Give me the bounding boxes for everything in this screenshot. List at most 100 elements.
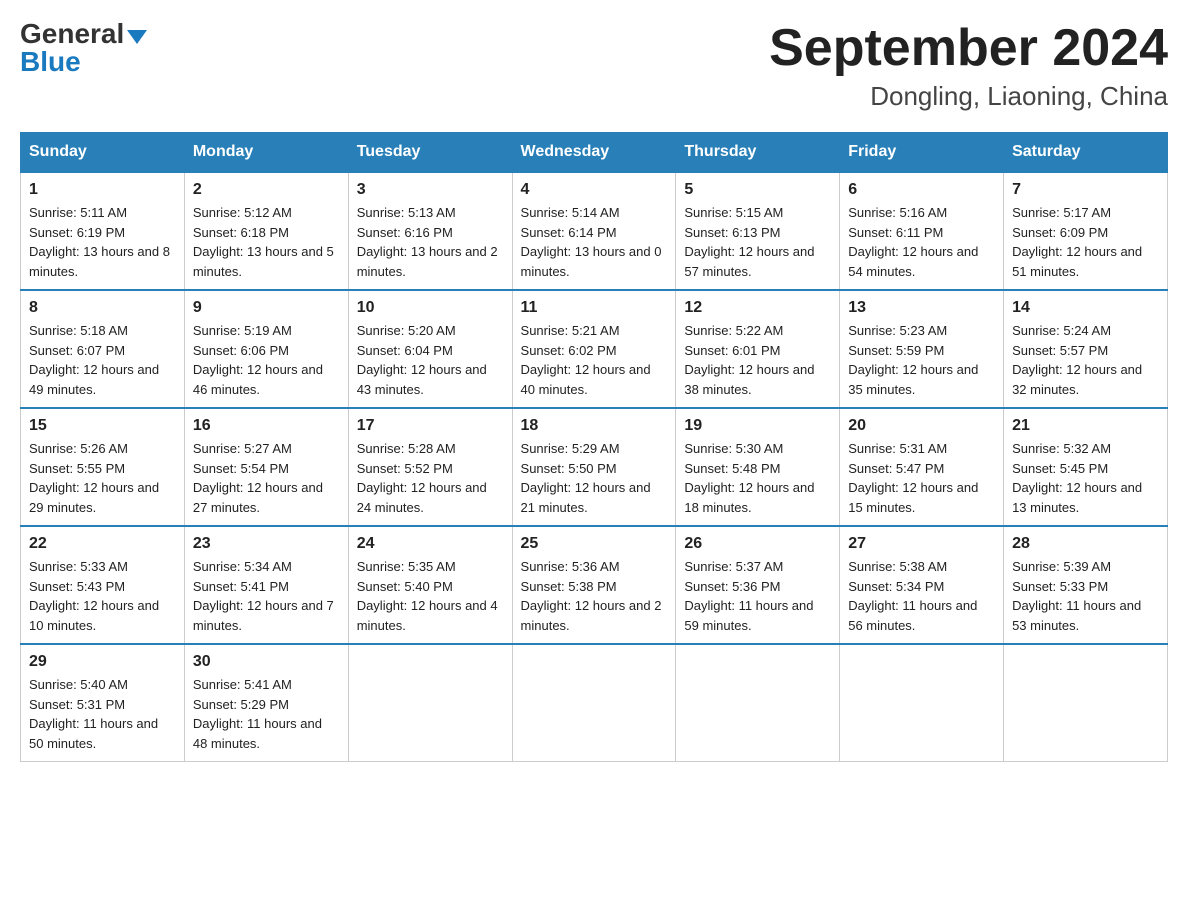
table-row — [840, 644, 1004, 762]
calendar-row-1: 1 Sunrise: 5:11 AMSunset: 6:19 PMDayligh… — [21, 172, 1168, 290]
table-row: 16 Sunrise: 5:27 AMSunset: 5:54 PMDaylig… — [184, 408, 348, 526]
table-row: 26 Sunrise: 5:37 AMSunset: 5:36 PMDaylig… — [676, 526, 840, 644]
logo-triangle-icon — [127, 30, 147, 44]
day-number: 26 — [684, 535, 831, 553]
table-row: 29 Sunrise: 5:40 AMSunset: 5:31 PMDaylig… — [21, 644, 185, 762]
col-thursday: Thursday — [676, 133, 840, 173]
day-info: Sunrise: 5:22 AMSunset: 6:01 PMDaylight:… — [684, 323, 814, 397]
day-number: 1 — [29, 181, 176, 199]
table-row: 21 Sunrise: 5:32 AMSunset: 5:45 PMDaylig… — [1004, 408, 1168, 526]
day-info: Sunrise: 5:19 AMSunset: 6:06 PMDaylight:… — [193, 323, 323, 397]
table-row: 25 Sunrise: 5:36 AMSunset: 5:38 PMDaylig… — [512, 526, 676, 644]
day-info: Sunrise: 5:26 AMSunset: 5:55 PMDaylight:… — [29, 441, 159, 515]
day-info: Sunrise: 5:23 AMSunset: 5:59 PMDaylight:… — [848, 323, 978, 397]
logo-general-text: General — [20, 20, 124, 48]
day-number: 7 — [1012, 181, 1159, 199]
day-number: 27 — [848, 535, 995, 553]
table-row: 3 Sunrise: 5:13 AMSunset: 6:16 PMDayligh… — [348, 172, 512, 290]
table-row: 13 Sunrise: 5:23 AMSunset: 5:59 PMDaylig… — [840, 290, 1004, 408]
day-number: 15 — [29, 417, 176, 435]
day-info: Sunrise: 5:30 AMSunset: 5:48 PMDaylight:… — [684, 441, 814, 515]
day-info: Sunrise: 5:34 AMSunset: 5:41 PMDaylight:… — [193, 559, 334, 633]
day-info: Sunrise: 5:14 AMSunset: 6:14 PMDaylight:… — [521, 205, 662, 279]
day-info: Sunrise: 5:24 AMSunset: 5:57 PMDaylight:… — [1012, 323, 1142, 397]
day-info: Sunrise: 5:31 AMSunset: 5:47 PMDaylight:… — [848, 441, 978, 515]
day-number: 25 — [521, 535, 668, 553]
table-row — [676, 644, 840, 762]
day-number: 2 — [193, 181, 340, 199]
table-row: 12 Sunrise: 5:22 AMSunset: 6:01 PMDaylig… — [676, 290, 840, 408]
day-number: 17 — [357, 417, 504, 435]
table-row: 17 Sunrise: 5:28 AMSunset: 5:52 PMDaylig… — [348, 408, 512, 526]
day-info: Sunrise: 5:36 AMSunset: 5:38 PMDaylight:… — [521, 559, 662, 633]
table-row: 8 Sunrise: 5:18 AMSunset: 6:07 PMDayligh… — [21, 290, 185, 408]
calendar-table: Sunday Monday Tuesday Wednesday Thursday… — [20, 132, 1168, 762]
day-info: Sunrise: 5:38 AMSunset: 5:34 PMDaylight:… — [848, 559, 977, 633]
table-row — [348, 644, 512, 762]
calendar-header-row: Sunday Monday Tuesday Wednesday Thursday… — [21, 133, 1168, 173]
day-info: Sunrise: 5:21 AMSunset: 6:02 PMDaylight:… — [521, 323, 651, 397]
day-number: 12 — [684, 299, 831, 317]
day-number: 5 — [684, 181, 831, 199]
table-row — [1004, 644, 1168, 762]
logo: General Blue — [20, 20, 147, 76]
day-info: Sunrise: 5:13 AMSunset: 6:16 PMDaylight:… — [357, 205, 498, 279]
day-info: Sunrise: 5:17 AMSunset: 6:09 PMDaylight:… — [1012, 205, 1142, 279]
day-number: 20 — [848, 417, 995, 435]
col-tuesday: Tuesday — [348, 133, 512, 173]
day-info: Sunrise: 5:27 AMSunset: 5:54 PMDaylight:… — [193, 441, 323, 515]
logo-blue-text: Blue — [20, 48, 81, 76]
day-number: 13 — [848, 299, 995, 317]
day-number: 18 — [521, 417, 668, 435]
day-info: Sunrise: 5:15 AMSunset: 6:13 PMDaylight:… — [684, 205, 814, 279]
day-info: Sunrise: 5:40 AMSunset: 5:31 PMDaylight:… — [29, 677, 158, 751]
day-info: Sunrise: 5:41 AMSunset: 5:29 PMDaylight:… — [193, 677, 322, 751]
table-row: 5 Sunrise: 5:15 AMSunset: 6:13 PMDayligh… — [676, 172, 840, 290]
day-number: 9 — [193, 299, 340, 317]
day-info: Sunrise: 5:29 AMSunset: 5:50 PMDaylight:… — [521, 441, 651, 515]
table-row: 11 Sunrise: 5:21 AMSunset: 6:02 PMDaylig… — [512, 290, 676, 408]
day-info: Sunrise: 5:20 AMSunset: 6:04 PMDaylight:… — [357, 323, 487, 397]
col-wednesday: Wednesday — [512, 133, 676, 173]
day-number: 24 — [357, 535, 504, 553]
table-row: 15 Sunrise: 5:26 AMSunset: 5:55 PMDaylig… — [21, 408, 185, 526]
day-info: Sunrise: 5:16 AMSunset: 6:11 PMDaylight:… — [848, 205, 978, 279]
day-info: Sunrise: 5:32 AMSunset: 5:45 PMDaylight:… — [1012, 441, 1142, 515]
day-info: Sunrise: 5:12 AMSunset: 6:18 PMDaylight:… — [193, 205, 334, 279]
table-row: 30 Sunrise: 5:41 AMSunset: 5:29 PMDaylig… — [184, 644, 348, 762]
table-row: 1 Sunrise: 5:11 AMSunset: 6:19 PMDayligh… — [21, 172, 185, 290]
col-saturday: Saturday — [1004, 133, 1168, 173]
table-row: 27 Sunrise: 5:38 AMSunset: 5:34 PMDaylig… — [840, 526, 1004, 644]
day-number: 6 — [848, 181, 995, 199]
table-row: 23 Sunrise: 5:34 AMSunset: 5:41 PMDaylig… — [184, 526, 348, 644]
day-number: 8 — [29, 299, 176, 317]
table-row: 18 Sunrise: 5:29 AMSunset: 5:50 PMDaylig… — [512, 408, 676, 526]
table-row: 22 Sunrise: 5:33 AMSunset: 5:43 PMDaylig… — [21, 526, 185, 644]
col-monday: Monday — [184, 133, 348, 173]
day-number: 29 — [29, 653, 176, 671]
col-sunday: Sunday — [21, 133, 185, 173]
table-row: 9 Sunrise: 5:19 AMSunset: 6:06 PMDayligh… — [184, 290, 348, 408]
day-number: 28 — [1012, 535, 1159, 553]
col-friday: Friday — [840, 133, 1004, 173]
day-number: 11 — [521, 299, 668, 317]
day-number: 14 — [1012, 299, 1159, 317]
day-number: 30 — [193, 653, 340, 671]
table-row — [512, 644, 676, 762]
table-row: 14 Sunrise: 5:24 AMSunset: 5:57 PMDaylig… — [1004, 290, 1168, 408]
day-info: Sunrise: 5:33 AMSunset: 5:43 PMDaylight:… — [29, 559, 159, 633]
day-number: 16 — [193, 417, 340, 435]
calendar-row-5: 29 Sunrise: 5:40 AMSunset: 5:31 PMDaylig… — [21, 644, 1168, 762]
table-row: 28 Sunrise: 5:39 AMSunset: 5:33 PMDaylig… — [1004, 526, 1168, 644]
calendar-row-3: 15 Sunrise: 5:26 AMSunset: 5:55 PMDaylig… — [21, 408, 1168, 526]
day-info: Sunrise: 5:11 AMSunset: 6:19 PMDaylight:… — [29, 205, 170, 279]
day-info: Sunrise: 5:35 AMSunset: 5:40 PMDaylight:… — [357, 559, 498, 633]
table-row: 6 Sunrise: 5:16 AMSunset: 6:11 PMDayligh… — [840, 172, 1004, 290]
day-number: 21 — [1012, 417, 1159, 435]
day-number: 4 — [521, 181, 668, 199]
table-row: 10 Sunrise: 5:20 AMSunset: 6:04 PMDaylig… — [348, 290, 512, 408]
table-row: 19 Sunrise: 5:30 AMSunset: 5:48 PMDaylig… — [676, 408, 840, 526]
table-row: 20 Sunrise: 5:31 AMSunset: 5:47 PMDaylig… — [840, 408, 1004, 526]
page-header: General Blue September 2024 Dongling, Li… — [20, 20, 1168, 112]
table-row: 4 Sunrise: 5:14 AMSunset: 6:14 PMDayligh… — [512, 172, 676, 290]
